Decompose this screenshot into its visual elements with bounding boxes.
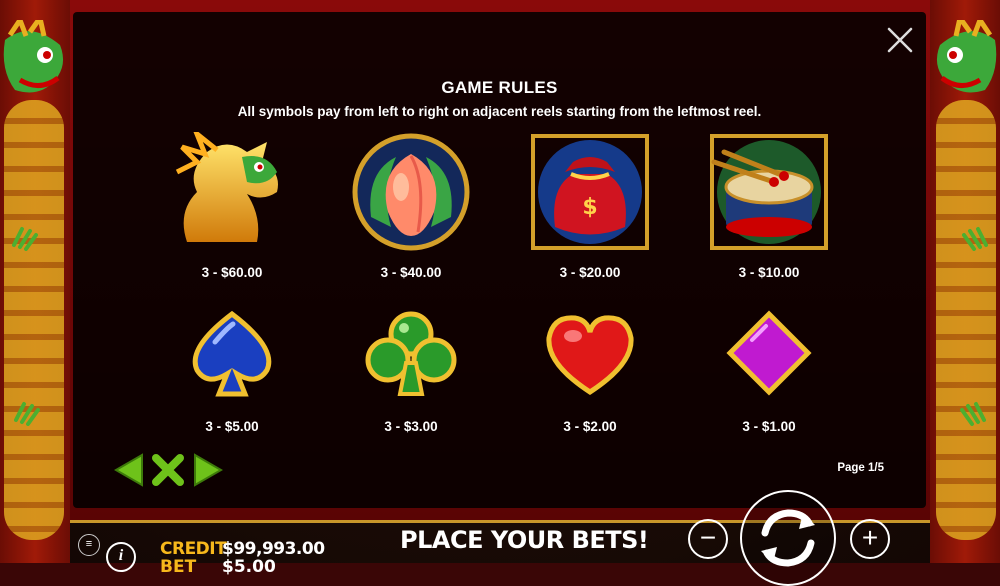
symbol-payout: 3 - $1.00: [742, 419, 796, 434]
symbol-club: 3 - $3.00: [336, 308, 486, 434]
symbol-diamond: 3 - $1.00: [694, 308, 844, 434]
left-claw-icon: [12, 227, 38, 251]
peach-icon: [352, 133, 470, 251]
right-claw-icon: [960, 402, 986, 426]
minus-button[interactable]: −: [688, 519, 728, 559]
heart-icon: [546, 315, 634, 395]
club-icon: [365, 311, 457, 396]
paytable-overlay: GAME RULES All symbols pay from left to …: [73, 12, 926, 508]
bet-label: BET: [160, 557, 197, 577]
right-dragon-body: [936, 100, 996, 540]
credit-label: CREDIT: [160, 539, 227, 559]
left-claw-icon: [14, 402, 40, 426]
page-indicator: Page 1/5: [837, 462, 884, 474]
credit-value: $99,993.00: [222, 539, 325, 559]
symbol-payout: 3 - $5.00: [205, 419, 259, 434]
symbol-payout: 3 - $40.00: [380, 265, 442, 280]
symbol-payout: 3 - $10.00: [738, 265, 800, 280]
spin-button[interactable]: [740, 490, 836, 586]
symbol-payout: 3 - $2.00: [563, 419, 617, 434]
money-bag-icon: $: [531, 134, 649, 250]
left-dragon-body: [4, 100, 64, 540]
dragon-icon: [175, 126, 278, 242]
status-message: PLACE YOUR BETS!: [400, 526, 649, 554]
symbol-payout: 3 - $3.00: [384, 419, 438, 434]
symbol-heart: 3 - $2.00: [515, 308, 665, 434]
symbol-payout: 3 - $20.00: [559, 265, 621, 280]
symbol-money-bag: $ 3 - $20.00: [515, 132, 665, 280]
left-dragon-head: [3, 20, 64, 93]
symbol-peach: 3 - $40.00: [336, 132, 486, 280]
arrow-left-icon[interactable]: [112, 452, 146, 488]
paytable-navigation: [112, 452, 225, 492]
symbol-dragon: 3 - $60.00: [157, 126, 307, 280]
bet-value: $5.00: [222, 557, 276, 577]
arrow-right-icon[interactable]: [191, 452, 225, 488]
right-claw-icon: [962, 227, 988, 251]
info-icon[interactable]: i: [106, 542, 136, 572]
svg-text:$: $: [582, 195, 597, 220]
symbol-spade: 3 - $5.00: [157, 308, 307, 434]
plus-button[interactable]: +: [850, 519, 890, 559]
right-dragon-head: [936, 20, 997, 93]
page-title: GAME RULES: [441, 78, 558, 97]
diamond-icon: [726, 310, 812, 396]
spade-icon: [192, 310, 272, 397]
x-icon[interactable]: [150, 452, 186, 488]
rules-description: All symbols pay from left to right on ad…: [237, 104, 762, 119]
symbol-payout: 3 - $60.00: [201, 265, 263, 280]
drum-icon: [710, 134, 828, 250]
menu-icon[interactable]: ≡: [78, 534, 100, 556]
symbol-drum: 3 - $10.00: [694, 132, 844, 280]
close-icon[interactable]: [886, 26, 914, 54]
